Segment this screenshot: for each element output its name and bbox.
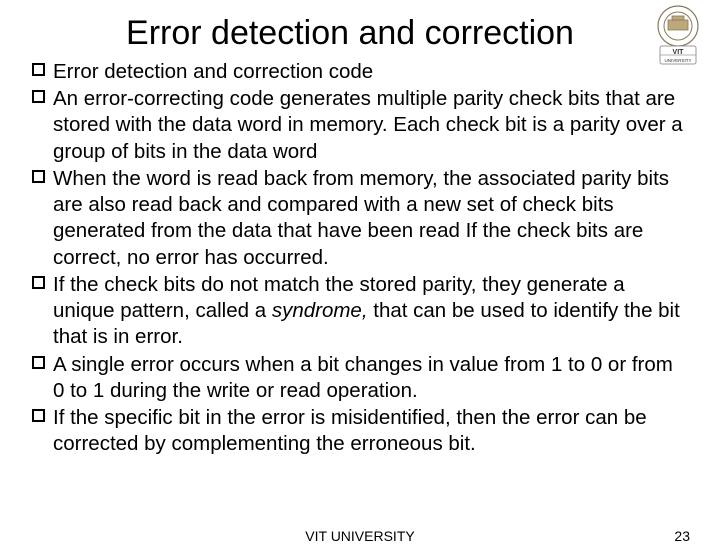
bullet-text: When the word is read back from memory, …	[53, 166, 688, 271]
university-logo: VIT UNIVERSITY	[646, 4, 710, 68]
bullet-square-icon	[32, 63, 45, 76]
page-number: 23	[674, 528, 690, 544]
bullet-square-icon	[32, 356, 45, 369]
bullet-square-icon	[32, 409, 45, 422]
bullet-text: An error-correcting code generates multi…	[53, 86, 688, 165]
bullet-square-icon	[32, 276, 45, 289]
list-item: A single error occurs when a bit changes…	[32, 352, 688, 404]
bullet-text: If the specific bit in the error is misi…	[53, 405, 688, 457]
list-item: An error-correcting code generates multi…	[32, 86, 688, 165]
slide: VIT UNIVERSITY Error detection and corre…	[0, 0, 720, 540]
footer-org: VIT UNIVERSITY	[305, 528, 414, 544]
svg-text:UNIVERSITY: UNIVERSITY	[664, 58, 691, 63]
list-item: If the specific bit in the error is misi…	[32, 405, 688, 457]
slide-title: Error detection and correction	[0, 0, 720, 53]
bullet-text: A single error occurs when a bit changes…	[53, 352, 688, 404]
bullet-text: If the check bits do not match the store…	[53, 272, 688, 351]
list-item: Error detection and correction code	[32, 59, 688, 85]
svg-text:VIT: VIT	[673, 49, 685, 56]
bullet-square-icon	[32, 170, 45, 183]
bullet-square-icon	[32, 90, 45, 103]
slide-body: Error detection and correction code An e…	[0, 53, 720, 458]
seal-icon: VIT UNIVERSITY	[646, 4, 710, 68]
list-item: When the word is read back from memory, …	[32, 166, 688, 271]
list-item: If the check bits do not match the store…	[32, 272, 688, 351]
bullet-text: Error detection and correction code	[53, 59, 373, 85]
